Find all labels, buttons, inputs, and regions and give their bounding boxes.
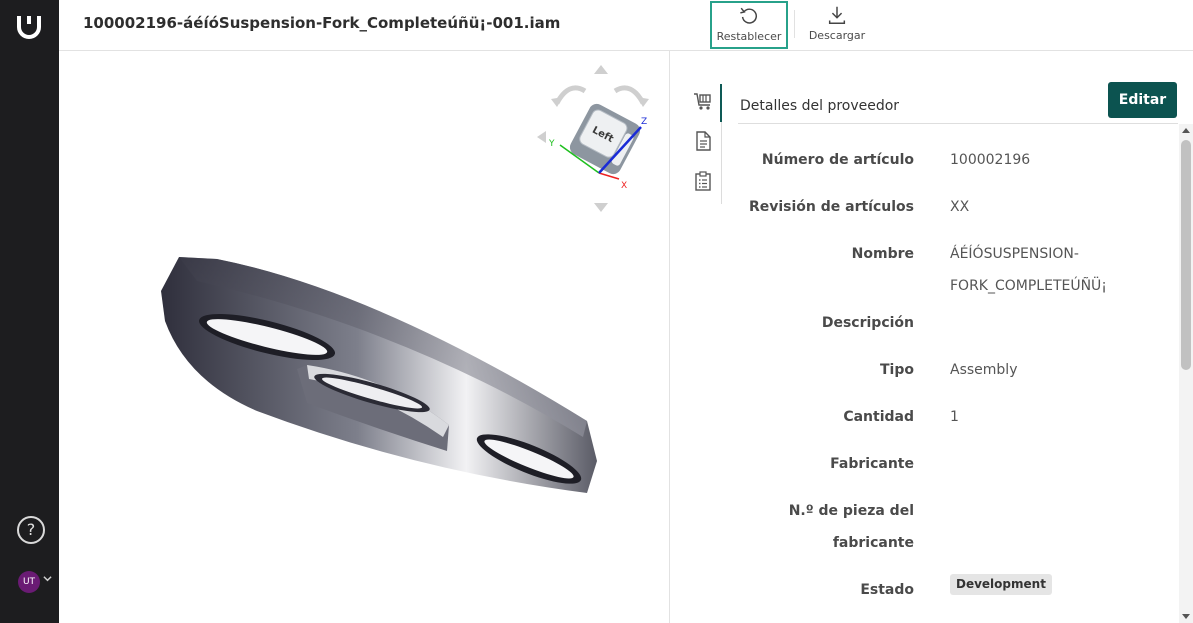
- viewer-panel-divider: [669, 51, 670, 623]
- avatar-initials: UT: [22, 577, 36, 587]
- properties-list: Número de artículo 100002196 Revisión de…: [740, 124, 1176, 623]
- view-down-arrow[interactable]: [594, 203, 608, 212]
- file-title: 100002196-áéíóSuspension-Fork_Completeúñ…: [83, 14, 561, 32]
- reset-label: Restablecer: [716, 30, 782, 43]
- orbit-right-arrow[interactable]: [613, 85, 646, 105]
- brand-logo-icon[interactable]: [16, 14, 42, 40]
- download-label: Descargar: [808, 29, 866, 42]
- left-rail: ? UT: [0, 0, 59, 623]
- prop-value-name-line1: ÁÉÍÓSUSPENSION-: [950, 246, 1079, 262]
- status-badge: Development: [950, 574, 1052, 595]
- prop-value-type: Assembly: [950, 362, 1018, 378]
- prop-value-name-line2: FORK_COMPLETEÚÑÜ¡: [950, 278, 1107, 294]
- prop-label-status: Estado: [860, 582, 914, 598]
- avatar[interactable]: UT: [18, 571, 40, 593]
- prop-label-mfr-part-line2: fabricante: [832, 535, 914, 551]
- view-up-arrow[interactable]: [594, 65, 608, 74]
- prop-label-type: Tipo: [880, 362, 914, 378]
- scroll-up-arrow[interactable]: [1182, 128, 1190, 133]
- prop-value-status: Development: [950, 568, 1170, 600]
- download-icon: [828, 6, 846, 24]
- prop-label-mfr-part-line1: N.º de pieza del: [788, 503, 914, 519]
- prop-value-quantity: 1: [950, 409, 959, 425]
- axis-y-label: Y: [548, 139, 555, 149]
- rotate-ccw-icon: [740, 7, 758, 24]
- document-icon[interactable]: [692, 130, 714, 152]
- reset-button[interactable]: Restablecer: [710, 1, 788, 49]
- panel-title: Detalles del proveedor: [740, 98, 900, 114]
- clipboard-list-icon[interactable]: [692, 170, 714, 192]
- view-left-arrow[interactable]: [537, 131, 546, 143]
- prop-label-item-number: Número de artículo: [761, 152, 914, 168]
- orbit-left-arrow[interactable]: [554, 85, 587, 105]
- axis-z-label: Z: [641, 117, 647, 127]
- prop-value-revision: XX: [950, 199, 970, 215]
- app-window: ? UT 100002196-áéíóSuspension-Fork_Compl…: [0, 0, 1193, 623]
- help-label: ?: [26, 520, 36, 539]
- tab-rail-line: [721, 122, 722, 204]
- scroll-down-arrow[interactable]: [1182, 614, 1190, 619]
- scroll-thumb[interactable]: [1181, 140, 1191, 370]
- prop-label-description: Descripción: [821, 315, 914, 331]
- edit-button[interactable]: Editar: [1108, 82, 1177, 118]
- model-viewer[interactable]: Left Y X Z: [59, 51, 669, 623]
- chevron-down-icon[interactable]: [43, 574, 52, 583]
- panel-scrollbar[interactable]: [1179, 124, 1193, 623]
- prop-label-revision: Revisión de artículos: [748, 199, 914, 215]
- prop-label-name: Nombre: [851, 246, 914, 262]
- active-tab-indicator: [720, 84, 722, 122]
- help-circle-icon[interactable]: ?: [17, 516, 45, 544]
- view-cube[interactable]: Left Y X Z: [535, 61, 665, 221]
- download-button[interactable]: Descargar: [801, 0, 873, 50]
- vendor-cart-icon[interactable]: [692, 90, 714, 112]
- prop-label-manufacturer: Fabricante: [830, 456, 914, 472]
- prop-label-quantity: Cantidad: [843, 409, 914, 425]
- axis-x-label: X: [621, 181, 627, 191]
- side-tabs: [686, 84, 722, 204]
- 3d-model-render[interactable]: [157, 251, 617, 511]
- toolbar-separator: [794, 10, 795, 38]
- prop-value-item-number: 100002196: [950, 152, 1031, 168]
- top-header: 100002196-áéíóSuspension-Fork_Completeúñ…: [59, 0, 1193, 51]
